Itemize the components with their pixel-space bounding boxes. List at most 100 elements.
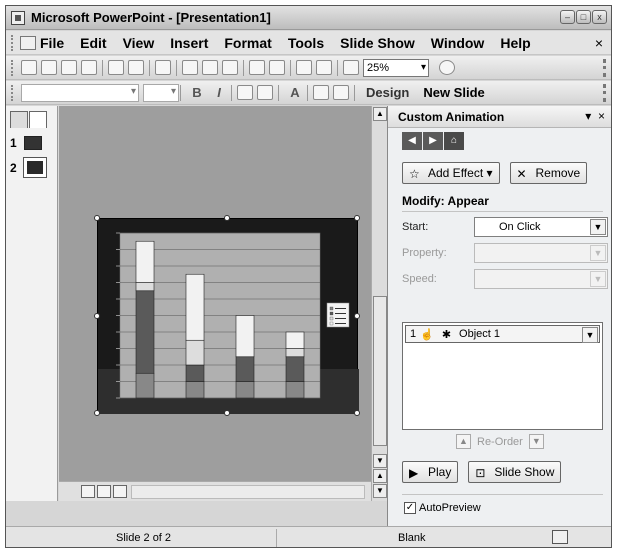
horizontal-scrollbar[interactable]	[131, 485, 365, 499]
design-button[interactable]: Design	[366, 85, 409, 100]
animation-list-item[interactable]: 1 ☝ ✱ Object 1 ▼	[405, 325, 600, 343]
toolbar-grip[interactable]	[11, 59, 15, 76]
move-up-icon[interactable]: ▲	[456, 434, 471, 449]
toolbar-options-icon[interactable]	[603, 59, 608, 77]
format-painter-icon[interactable]	[222, 60, 238, 75]
maximize-button[interactable]: □	[576, 10, 591, 24]
menu-help[interactable]: Help	[500, 35, 530, 51]
insert-table-icon[interactable]	[316, 60, 332, 75]
chart-bar-segment	[285, 348, 305, 358]
play-button[interactable]: ▶ Play	[402, 461, 459, 483]
menu-view[interactable]: View	[123, 35, 155, 51]
cut-icon[interactable]	[182, 60, 198, 75]
slide-canvas[interactable]	[97, 218, 359, 414]
undo-icon[interactable]	[249, 60, 265, 75]
decrease-indent-icon[interactable]	[313, 85, 329, 100]
forward-arrow-icon[interactable]: ▶	[423, 132, 443, 150]
move-down-icon[interactable]: ▼	[528, 434, 544, 449]
new-slide-button[interactable]: New Slide	[423, 85, 484, 100]
close-window-button[interactable]: x	[592, 10, 607, 24]
mouse-click-icon: ☝	[420, 328, 434, 341]
next-slide-button[interactable]: ▼	[373, 484, 387, 498]
redo-icon[interactable]	[269, 60, 285, 75]
menu-file[interactable]: File	[40, 35, 64, 51]
bullets-icon[interactable]	[257, 85, 273, 100]
new-icon[interactable]	[21, 60, 37, 75]
menu-insert[interactable]: Insert	[170, 35, 208, 51]
tab-outline[interactable]	[10, 111, 28, 128]
increase-font-button[interactable]: A	[284, 85, 306, 100]
scroll-up-button[interactable]: ▲	[373, 107, 387, 121]
italic-button[interactable]: I	[208, 85, 230, 100]
menu-window[interactable]: Window	[431, 35, 485, 51]
chart-object[interactable]	[98, 219, 359, 414]
minimize-button[interactable]: –	[560, 10, 575, 24]
print-icon[interactable]	[108, 60, 124, 75]
toolbar-grip[interactable]	[11, 84, 15, 101]
help-icon[interactable]	[439, 60, 455, 75]
animation-list[interactable]: 1 ☝ ✱ Object 1 ▼	[402, 322, 603, 430]
resize-handle[interactable]	[224, 215, 230, 221]
tab-slides[interactable]	[29, 111, 47, 128]
property-row: Property: ▼	[402, 242, 611, 264]
spelling-icon[interactable]	[155, 60, 171, 75]
add-effect-button[interactable]: ☆ Add Effect ▾	[402, 162, 500, 184]
remove-button[interactable]: ✕ Remove	[509, 162, 588, 184]
slide-thumbnail-row[interactable]: 2	[10, 157, 57, 178]
divider	[402, 211, 603, 212]
font-name-select[interactable]	[21, 83, 139, 102]
autopreview-option[interactable]: ✓ AutoPreview	[404, 502, 481, 514]
toolbar-options-icon[interactable]	[603, 84, 608, 102]
copy-icon[interactable]	[202, 60, 218, 75]
resize-handle[interactable]	[94, 313, 100, 319]
slide-editing-area[interactable]	[59, 106, 371, 481]
bold-button[interactable]: B	[186, 85, 208, 100]
normal-view-icon[interactable]	[81, 485, 95, 498]
resize-handle[interactable]	[94, 215, 100, 221]
numbering-icon[interactable]	[237, 85, 253, 100]
increase-indent-icon[interactable]	[333, 85, 349, 100]
chevron-down-icon[interactable]: ▼	[590, 219, 606, 235]
menu-slide-show[interactable]: Slide Show	[340, 35, 415, 51]
document-icon[interactable]	[20, 35, 36, 50]
resize-handle[interactable]	[354, 313, 360, 319]
slide-sorter-view-icon[interactable]	[97, 485, 111, 498]
font-size-select[interactable]	[143, 83, 179, 102]
show-grid-icon[interactable]	[343, 60, 359, 75]
zoom-select[interactable]: 25%	[363, 58, 429, 77]
slide-show-view-icon[interactable]	[113, 485, 127, 498]
menu-edit[interactable]: Edit	[80, 35, 106, 51]
start-select[interactable]: On Click ▼	[474, 217, 608, 237]
spelling-status-icon[interactable]	[552, 530, 568, 544]
scroll-down-button[interactable]: ▼	[373, 454, 387, 468]
insert-chart-icon[interactable]	[296, 60, 312, 75]
home-icon[interactable]: ⌂	[444, 132, 464, 150]
menu-tools[interactable]: Tools	[288, 35, 324, 51]
chevron-down-icon[interactable]: ▼	[582, 327, 598, 343]
close-document-icon[interactable]: ×	[595, 35, 603, 51]
play-label: Play	[428, 465, 452, 479]
permission-icon[interactable]	[81, 60, 97, 75]
autopreview-checkbox[interactable]: ✓	[404, 502, 416, 514]
menubar-grip[interactable]	[11, 34, 15, 51]
slide-thumbnail[interactable]	[24, 136, 42, 150]
menu-format[interactable]: Format	[224, 35, 271, 51]
slide-thumbnail-selected[interactable]	[23, 157, 47, 178]
slide-show-button[interactable]: ⊡ Slide Show	[468, 461, 562, 483]
open-icon[interactable]	[41, 60, 57, 75]
back-arrow-icon[interactable]: ◀	[402, 132, 422, 150]
save-icon[interactable]	[61, 60, 77, 75]
powerpoint-app-icon[interactable]	[11, 10, 25, 25]
resize-handle[interactable]	[224, 410, 230, 416]
slide-thumbnail-row[interactable]: 1	[10, 136, 57, 150]
remove-label: Remove	[535, 166, 581, 180]
print-preview-icon[interactable]	[128, 60, 144, 75]
resize-handle[interactable]	[94, 410, 100, 416]
resize-handle[interactable]	[354, 215, 360, 221]
toolbar-separator	[180, 84, 181, 101]
previous-slide-button[interactable]: ▲	[373, 469, 387, 483]
scroll-thumb[interactable]	[373, 296, 387, 446]
task-pane-controls[interactable]: ▾ ×	[585, 109, 605, 123]
resize-handle[interactable]	[354, 410, 360, 416]
vertical-scrollbar[interactable]: ▲ ▼ ▲ ▼	[371, 106, 387, 501]
